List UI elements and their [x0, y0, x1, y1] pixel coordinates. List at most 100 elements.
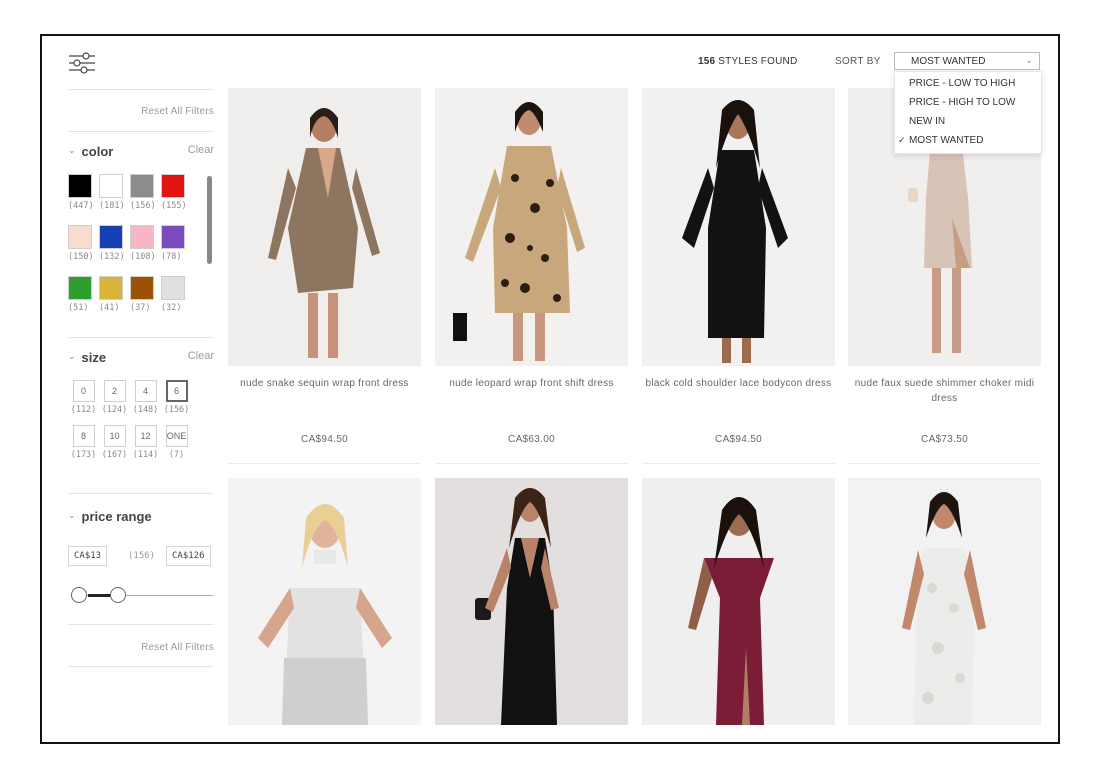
chevron-down-icon: ⌄ [1025, 55, 1033, 65]
color-swatch-purple[interactable]: (78) [161, 225, 192, 262]
sort-by-label: SORT BY [835, 56, 881, 67]
product-image[interactable] [435, 478, 628, 725]
size-option[interactable]: ONE (7) [161, 425, 192, 460]
color-swatch-box[interactable] [161, 174, 185, 198]
sort-option[interactable]: NEW IN [895, 112, 1041, 131]
size-option-grid: 0 (112) 2 (124) 4 (148) 6 (156) 8 (173) 10 (167) 12 (… [68, 380, 198, 460]
color-swatch-grey[interactable]: (156) [130, 174, 161, 211]
product-name[interactable]: nude faux suede shimmer choker midi dres… [848, 376, 1041, 406]
color-swatch-count: (150) [68, 252, 94, 262]
color-swatch-count: (51) [68, 303, 89, 313]
color-swatch-box[interactable] [68, 276, 92, 300]
size-option-box[interactable]: 12 [134, 425, 157, 447]
size-option[interactable]: 6 (156) [161, 380, 192, 415]
results-count-label: STYLES FOUND [718, 56, 798, 67]
product-name[interactable]: nude snake sequin wrap front dress [228, 376, 421, 391]
divider [435, 463, 628, 464]
size-option-box[interactable]: 0 [72, 380, 95, 402]
color-swatch-black[interactable]: (447) [68, 174, 99, 211]
results-count-number: 156 [698, 56, 716, 67]
color-swatch-brown[interactable]: (37) [130, 276, 161, 313]
reset-all-filters-link[interactable]: Reset All Filters [141, 106, 214, 117]
color-swatch-count: (447) [68, 201, 94, 211]
color-swatch-box[interactable] [161, 225, 185, 249]
divider [68, 666, 213, 667]
size-option-box[interactable]: 4 [134, 380, 157, 402]
color-swatch-count: (37) [130, 303, 151, 313]
price-count: (156) [128, 551, 156, 561]
color-swatch-gold[interactable]: (41) [99, 276, 130, 313]
price-min-field[interactable]: CA$13 [68, 546, 108, 566]
color-swatch-box[interactable] [99, 174, 123, 198]
color-swatch-grid: (447) (181) (156) (155) (150) (132) (108) (78) (… [68, 174, 198, 313]
price-slider-max-handle[interactable] [110, 587, 126, 603]
product-image[interactable] [435, 88, 628, 366]
filters-sidebar: Reset All Filters ⌄ color Clear (447) (18… [42, 36, 222, 742]
color-filter-title: color [81, 144, 114, 159]
price-filter-header[interactable]: ⌄ price range [68, 509, 152, 524]
color-swatch-count: (132) [99, 252, 125, 262]
sort-option[interactable]: PRICE - LOW TO HIGH [895, 74, 1041, 93]
size-option[interactable]: 4 (148) [130, 380, 161, 415]
product-price: CA$94.50 [715, 434, 762, 445]
color-clear-link[interactable]: Clear [188, 144, 214, 156]
color-swatch-count: (32) [161, 303, 182, 313]
price-slider-min-handle[interactable] [71, 587, 87, 603]
divider [642, 463, 835, 464]
color-swatch-count: (78) [161, 252, 182, 262]
reset-all-filters-link-bottom[interactable]: Reset All Filters [141, 642, 214, 653]
size-option-box[interactable]: 2 [103, 380, 126, 402]
size-option-box[interactable]: 8 [72, 425, 95, 447]
divider [68, 337, 213, 338]
size-option-count: (7) [168, 450, 185, 460]
sort-option[interactable]: MOST WANTED [895, 131, 1041, 150]
color-swatch-box[interactable] [68, 225, 92, 249]
color-swatch-box[interactable] [161, 276, 185, 300]
color-swatch-box[interactable] [130, 174, 154, 198]
product-name[interactable]: black cold shoulder lace bodycon dress [642, 376, 835, 391]
product-image[interactable] [642, 88, 835, 366]
size-option[interactable]: 2 (124) [99, 380, 130, 415]
color-swatch-nude[interactable]: (150) [68, 225, 99, 262]
color-swatch-box[interactable] [130, 225, 154, 249]
color-swatch-red[interactable]: (155) [161, 174, 192, 211]
size-option-box[interactable]: 6 [165, 380, 188, 402]
divider [848, 463, 1041, 464]
sort-dropdown-menu: PRICE - LOW TO HIGH PRICE - HIGH TO LOW NE… [894, 71, 1042, 154]
color-swatch-silver[interactable]: (32) [161, 276, 192, 313]
size-option-box[interactable]: ONE [165, 425, 188, 447]
sort-select[interactable]: MOST WANTED ⌄ [894, 52, 1040, 70]
size-option-count: (112) [70, 405, 97, 415]
divider [68, 493, 213, 494]
chevron-down-icon: ⌄ [68, 351, 76, 361]
size-option-box[interactable]: 10 [103, 425, 126, 447]
color-swatch-count: (155) [161, 201, 187, 211]
product-image[interactable] [228, 478, 421, 725]
color-swatch-green[interactable]: (51) [68, 276, 99, 313]
size-option[interactable]: 10 (167) [99, 425, 130, 460]
product-image[interactable] [848, 478, 1041, 725]
color-swatch-box[interactable] [99, 276, 123, 300]
product-image[interactable] [228, 88, 421, 366]
filter-scrollbar[interactable] [207, 176, 212, 264]
product-name[interactable]: nude leopard wrap front shift dress [435, 376, 628, 391]
color-swatch-blue[interactable]: (132) [99, 225, 130, 262]
size-option-count: (148) [132, 405, 159, 415]
sort-option[interactable]: PRICE - HIGH TO LOW [895, 93, 1041, 112]
price-max-field[interactable]: CA$126 [166, 546, 211, 566]
size-filter-header[interactable]: ⌄ size [68, 350, 106, 365]
color-swatch-pink[interactable]: (108) [130, 225, 161, 262]
size-option[interactable]: 8 (173) [68, 425, 99, 460]
filter-sliders-icon[interactable] [68, 50, 96, 76]
size-option[interactable]: 12 (114) [130, 425, 161, 460]
size-clear-link[interactable]: Clear [188, 350, 214, 362]
color-swatch-white[interactable]: (181) [99, 174, 130, 211]
product-image[interactable] [642, 478, 835, 725]
size-option[interactable]: 0 (112) [68, 380, 99, 415]
size-option-count: (173) [70, 450, 97, 460]
color-swatch-count: (108) [130, 252, 156, 262]
color-swatch-box[interactable] [99, 225, 123, 249]
color-swatch-box[interactable] [68, 174, 92, 198]
color-swatch-box[interactable] [130, 276, 154, 300]
color-filter-header[interactable]: ⌄ color [68, 144, 113, 159]
